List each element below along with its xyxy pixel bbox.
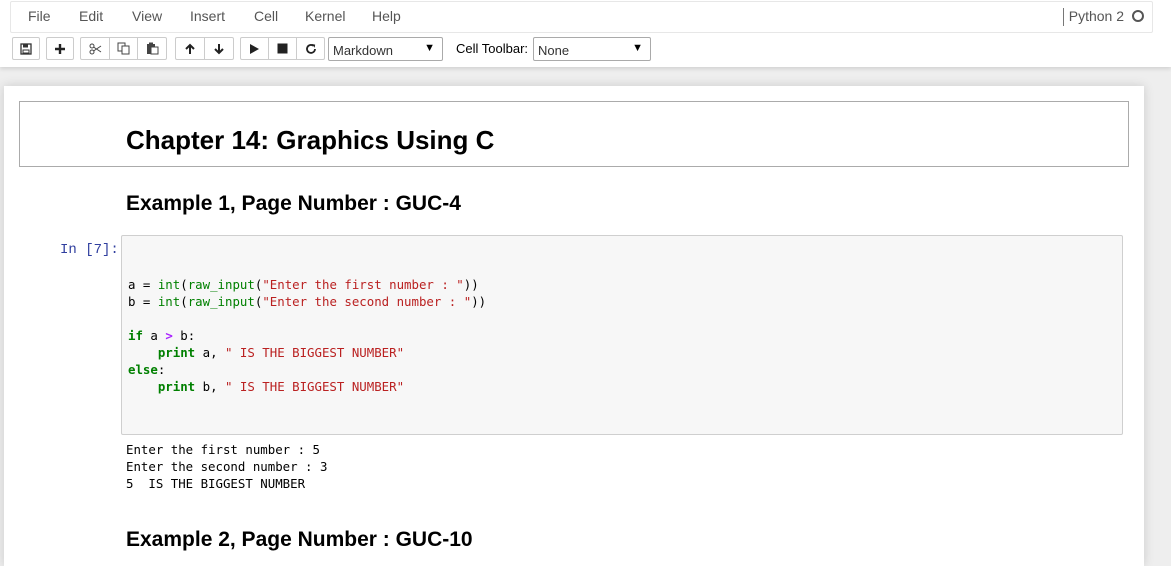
menu-kernel[interactable]: Kernel — [305, 8, 345, 24]
menu-edit[interactable]: Edit — [79, 8, 103, 24]
code-editor[interactable]: a = int(raw_input("Enter the first numbe… — [128, 276, 486, 395]
play-icon — [250, 43, 259, 54]
arrow-up-icon — [185, 43, 195, 54]
cut-button[interactable] — [80, 37, 110, 60]
cell-toolbar-label: Cell Toolbar: — [456, 41, 529, 56]
output-line: Enter the second number : 3 — [126, 459, 328, 474]
code-line: b = int(raw_input("Enter the second numb… — [128, 294, 487, 309]
code-cell-output: Enter the first number : 5 Enter the seco… — [126, 441, 327, 492]
kernel-idle-icon — [1132, 10, 1144, 22]
menu-file[interactable]: File — [28, 8, 51, 24]
output-line: 5 IS THE BIGGEST NUMBER — [126, 476, 306, 491]
paste-button[interactable] — [137, 37, 167, 60]
scissors-icon — [89, 43, 101, 54]
move-down-button[interactable] — [204, 37, 234, 60]
code-line: a = int(raw_input("Enter the first numbe… — [128, 277, 479, 292]
input-prompt: In [7]: — [60, 242, 119, 258]
insert-cell-button[interactable] — [46, 37, 74, 60]
floppy-icon — [20, 42, 32, 55]
restart-icon — [305, 43, 316, 54]
kernel-name: Python 2 — [1068, 8, 1124, 24]
stop-icon — [277, 43, 288, 54]
menu-cell[interactable]: Cell — [254, 8, 278, 24]
kernel-indicator: Python 2 — [1062, 8, 1144, 26]
menu-help[interactable]: Help — [372, 8, 401, 24]
restart-button[interactable] — [296, 37, 325, 60]
caret-down-icon: ▼ — [424, 42, 435, 54]
notebook-header: File Edit View Insert Cell Kernel Help P… — [0, 0, 1171, 67]
move-up-button[interactable] — [175, 37, 205, 60]
cell-type-select[interactable]: Markdown ▼ — [328, 37, 443, 61]
copy-icon — [117, 42, 130, 55]
copy-button[interactable] — [109, 37, 138, 60]
notebook-container: Chapter 14: Graphics Using C Example 1, … — [4, 86, 1144, 566]
code-line: print a, " IS THE BIGGEST NUMBER" — [157, 345, 405, 360]
code-cell-input[interactable]: a = int(raw_input("Enter the first numbe… — [121, 235, 1123, 435]
cell-type-value: Markdown — [333, 43, 393, 58]
example1-heading: Example 1, Page Number : GUC-4 — [126, 192, 461, 215]
menu-insert[interactable]: Insert — [190, 8, 225, 24]
menu-bar: File Edit View Insert Cell Kernel Help P… — [10, 1, 1153, 33]
code-line: else: — [128, 362, 166, 377]
cell-toolbar-value: None — [538, 43, 570, 58]
save-button[interactable] — [12, 37, 40, 60]
code-line: if a > b: — [128, 328, 196, 343]
paste-icon — [146, 42, 158, 55]
caret-down-icon: ▼ — [632, 42, 643, 54]
chapter-title: Chapter 14: Graphics Using C — [126, 125, 495, 155]
interrupt-button[interactable] — [268, 37, 297, 60]
arrow-down-icon — [214, 43, 224, 54]
cell-toolbar-select[interactable]: None ▼ — [533, 37, 651, 61]
run-button[interactable] — [240, 37, 269, 60]
menu-view[interactable]: View — [132, 8, 162, 24]
code-line: print b, " IS THE BIGGEST NUMBER" — [157, 379, 405, 394]
output-line: Enter the first number : 5 — [126, 442, 320, 457]
plus-icon — [55, 43, 65, 54]
main-toolbar: Markdown ▼ Cell Toolbar: None ▼ — [12, 36, 1162, 62]
example2-heading: Example 2, Page Number : GUC-10 — [126, 528, 473, 551]
